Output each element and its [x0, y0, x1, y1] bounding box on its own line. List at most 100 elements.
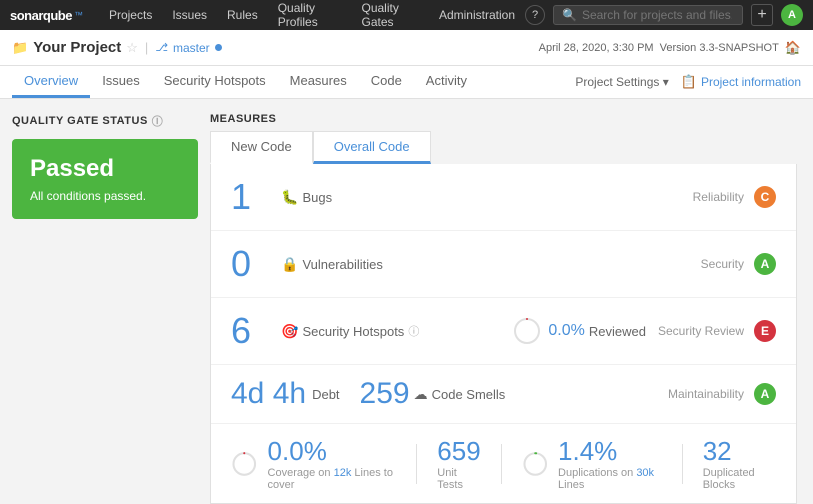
- measures-content: 1 🐛 Bugs Reliability C 0 🔒 Vulnerabiliti…: [210, 164, 797, 504]
- user-avatar[interactable]: A: [781, 4, 803, 26]
- nav-right: ? 🔍 + A: [525, 4, 803, 26]
- branch-icon: ⎇: [155, 41, 168, 54]
- tab-overall-code[interactable]: Overall Code: [313, 131, 431, 164]
- duplication-value[interactable]: 1.4%: [558, 436, 662, 467]
- vulnerabilities-value[interactable]: 0: [231, 243, 281, 285]
- bugs-row: 1 🐛 Bugs Reliability C: [211, 164, 796, 231]
- dup-blocks-value[interactable]: 32: [703, 436, 776, 467]
- unit-tests-value[interactable]: 659: [437, 436, 480, 467]
- quality-gate-status: Passed: [30, 155, 180, 183]
- reviewed-circle: [512, 316, 542, 346]
- info-icon: 📋: [681, 74, 697, 90]
- coverage-circle: [231, 448, 258, 480]
- hotspots-value[interactable]: 6: [231, 310, 281, 352]
- maintainability-row: 4d 4h Debt 259 ☁ Code Smells Maintainabi…: [211, 365, 796, 424]
- reliability-label: Reliability: [693, 190, 744, 204]
- duplication-label: Duplications on 30k Lines: [558, 467, 662, 491]
- vulnerabilities-row: 0 🔒 Vulnerabilities Security A: [211, 231, 796, 298]
- reviewed-label: Reviewed: [589, 324, 646, 339]
- project-bar: 📁 Your Project ☆ | ⎇ master April 28, 20…: [0, 30, 813, 66]
- duplication-circle: [522, 448, 549, 480]
- branch-name: master: [173, 41, 210, 55]
- hotspots-label: Security Hotspots: [302, 324, 404, 339]
- quality-gate-help-icon[interactable]: ⓘ: [152, 113, 164, 129]
- nav-quality-gates[interactable]: Quality Gates: [352, 0, 429, 30]
- smells-icon: ☁: [414, 386, 428, 403]
- security-review-label: Security Review: [658, 324, 744, 338]
- nav-projects[interactable]: Projects: [99, 0, 162, 30]
- tab-issues[interactable]: Issues: [90, 66, 152, 98]
- nav-rules[interactable]: Rules: [217, 0, 268, 30]
- tab-activity[interactable]: Activity: [414, 66, 479, 98]
- tab-security-hotspots[interactable]: Security Hotspots: [152, 66, 278, 98]
- project-bar-left: 📁 Your Project ☆ | ⎇ master: [12, 39, 222, 56]
- reviewed-pct: 0.0%: [548, 322, 584, 340]
- coverage-metric: 0.0% Coverage on 12k Lines to cover: [231, 436, 396, 491]
- reliability-rating: C: [754, 186, 776, 208]
- maintainability-label: Maintainability: [668, 387, 744, 401]
- home-icon[interactable]: 🏠: [785, 40, 801, 56]
- smells-value[interactable]: 259: [360, 377, 410, 411]
- top-nav: sonarqube ™ Projects Issues Rules Qualit…: [0, 0, 813, 30]
- coverage-label: Coverage on 12k Lines to cover: [268, 467, 397, 491]
- branch-separator: |: [145, 40, 148, 55]
- measures-tabs: New Code Overall Code: [210, 131, 797, 164]
- debt-label: Debt: [312, 387, 339, 402]
- security-label: Security: [701, 257, 744, 271]
- bottom-row: 0.0% Coverage on 12k Lines to cover 659 …: [211, 424, 796, 503]
- coverage-value[interactable]: 0.0%: [268, 436, 397, 467]
- project-info-button[interactable]: 📋 Project information: [681, 74, 801, 90]
- dup-lines[interactable]: 30k: [636, 467, 654, 479]
- quality-gate-sub: All conditions passed.: [30, 189, 180, 203]
- main-content: QUALITY GATE STATUS ⓘ Passed All conditi…: [0, 99, 813, 504]
- project-folder-icon: 📁: [12, 40, 28, 56]
- dup-blocks-metric: 32 Duplicated Blocks: [703, 436, 776, 491]
- quality-gate-box: Passed All conditions passed.: [12, 139, 198, 219]
- unit-tests-label: Unit Tests: [437, 467, 480, 491]
- nav-quality-profiles[interactable]: Quality Profiles: [268, 0, 352, 30]
- hotspots-row: 6 🎯 Security Hotspots ⓘ 0.0% Reviewed Se…: [211, 298, 796, 365]
- tab-overview[interactable]: Overview: [12, 66, 90, 98]
- project-bar-right: April 28, 2020, 3:30 PM Version 3.3-SNAP…: [539, 40, 801, 56]
- nav-links: Projects Issues Rules Quality Profiles Q…: [99, 0, 525, 30]
- debt-value[interactable]: 4d 4h: [231, 377, 306, 411]
- sub-nav-left: Overview Issues Security Hotspots Measur…: [12, 66, 479, 98]
- project-date: April 28, 2020, 3:30 PM: [539, 42, 654, 54]
- smells-label: Code Smells: [432, 387, 506, 402]
- vulnerabilities-icon: 🔒: [281, 256, 298, 273]
- bugs-value[interactable]: 1: [231, 176, 281, 218]
- search-bar: 🔍: [553, 5, 743, 25]
- dup-blocks-label: Duplicated Blocks: [703, 467, 776, 491]
- project-version: Version 3.3-SNAPSHOT: [660, 42, 779, 54]
- left-panel: QUALITY GATE STATUS ⓘ Passed All conditi…: [0, 99, 210, 504]
- logo: sonarqube ™: [10, 8, 83, 23]
- tab-measures[interactable]: Measures: [278, 66, 359, 98]
- hotspots-help-icon[interactable]: ⓘ: [408, 323, 419, 339]
- nav-administration[interactable]: Administration: [429, 0, 525, 30]
- bugs-icon: 🐛: [281, 189, 298, 206]
- maintainability-rating: A: [754, 383, 776, 405]
- sub-nav: Overview Issues Security Hotspots Measur…: [0, 66, 813, 99]
- security-review-rating: E: [754, 320, 776, 342]
- coverage-lines[interactable]: 12k: [334, 467, 352, 479]
- measures-title: MEASURES: [210, 113, 797, 125]
- tab-code[interactable]: Code: [359, 66, 414, 98]
- vulnerabilities-label: Vulnerabilities: [302, 257, 382, 272]
- help-icon[interactable]: ?: [525, 5, 545, 25]
- unit-tests-metric: 659 Unit Tests: [437, 436, 480, 491]
- duplication-metric: 1.4% Duplications on 30k Lines: [522, 436, 662, 491]
- plus-button[interactable]: +: [751, 4, 773, 26]
- nav-issues[interactable]: Issues: [162, 0, 217, 30]
- project-settings-button[interactable]: Project Settings ▾: [575, 75, 668, 89]
- tab-new-code[interactable]: New Code: [210, 131, 313, 164]
- right-panel: MEASURES New Code Overall Code 1 🐛 Bugs …: [210, 99, 813, 504]
- search-input[interactable]: [582, 8, 732, 22]
- search-icon: 🔍: [562, 8, 577, 22]
- hotspots-icon: 🎯: [281, 323, 298, 340]
- branch-dot: [215, 44, 222, 51]
- star-icon[interactable]: ☆: [126, 40, 138, 56]
- sub-nav-right: Project Settings ▾ 📋 Project information: [575, 74, 801, 90]
- bugs-label: Bugs: [302, 190, 332, 205]
- security-rating: A: [754, 253, 776, 275]
- quality-gate-title: QUALITY GATE STATUS ⓘ: [12, 113, 198, 129]
